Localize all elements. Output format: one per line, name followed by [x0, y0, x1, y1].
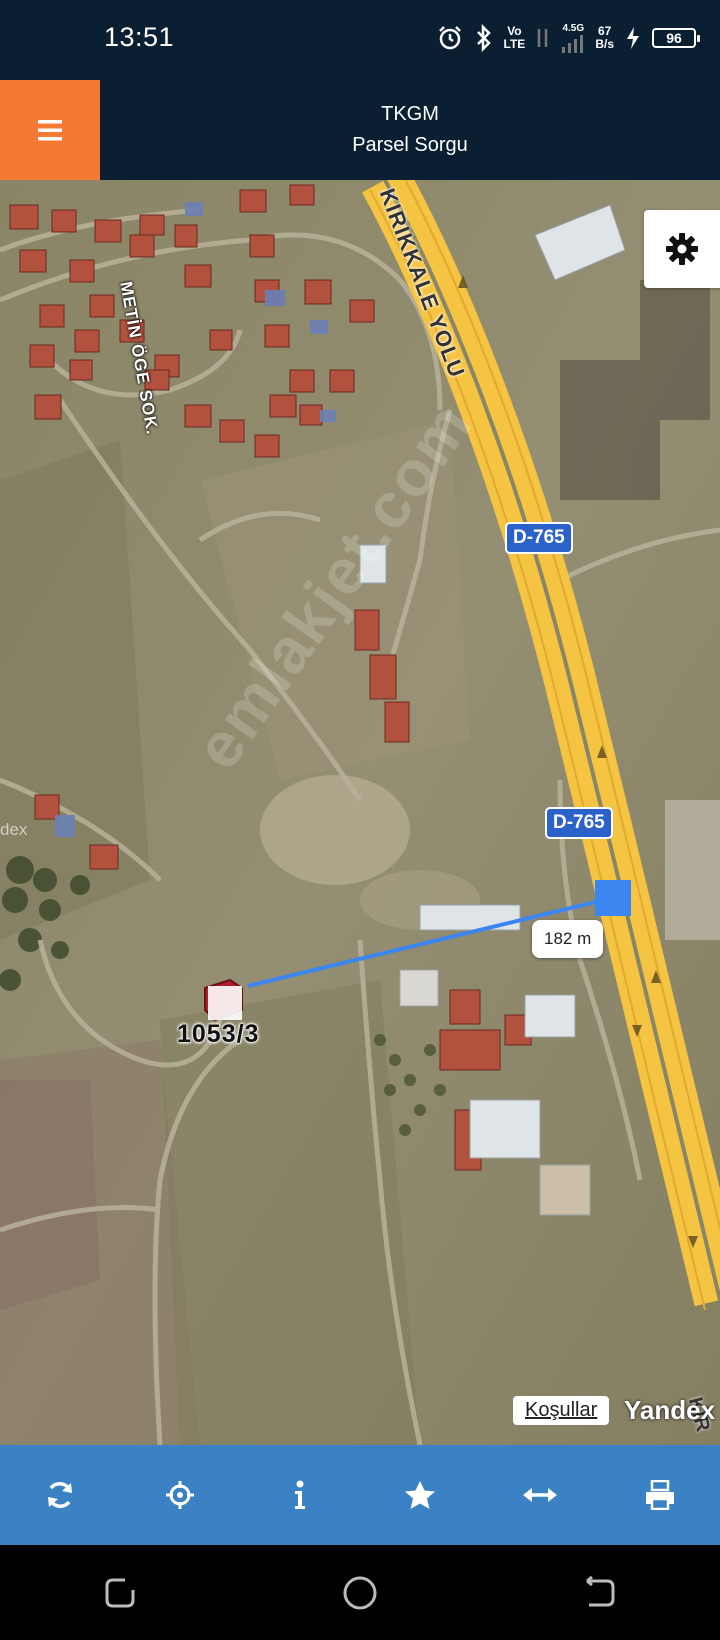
menu-button[interactable] [0, 80, 100, 180]
bluetooth-icon [474, 23, 494, 52]
cell-signal-icon: 4.5G [561, 22, 585, 53]
volte-text: Vo [507, 23, 522, 38]
gear-icon [666, 233, 698, 265]
volte-indicator: Vo LTE [503, 23, 526, 51]
crosshair-icon [166, 1481, 194, 1509]
battery-indicator: 96 [652, 27, 700, 48]
parcel-number-label[interactable]: 1053/3 [177, 1020, 259, 1049]
charging-icon [624, 26, 642, 50]
home-button[interactable] [330, 1563, 390, 1623]
back-button[interactable] [570, 1563, 630, 1623]
recents-button[interactable] [90, 1563, 150, 1623]
yandex-logo: Yandex [624, 1395, 716, 1425]
info-icon [295, 1480, 305, 1509]
clock: 13:51 [104, 22, 175, 52]
measure-arrows-icon [523, 1488, 557, 1502]
road-badge-d765-1: D-765 [505, 522, 573, 554]
info-button[interactable] [270, 1465, 330, 1525]
battery-level: 96 [666, 29, 682, 46]
network-generation: 4.5G [562, 23, 585, 34]
back-icon [586, 1575, 615, 1606]
locate-button[interactable] [150, 1465, 210, 1525]
favorite-button[interactable] [390, 1465, 450, 1525]
system-nav-bar [0, 1545, 720, 1640]
alarm-icon [436, 24, 464, 52]
bottom-toolbar [0, 1445, 720, 1545]
print-icon [646, 1480, 674, 1510]
lte-text: LTE [503, 36, 526, 51]
refresh-icon [48, 1482, 72, 1508]
title-block: TKGM Parsel Sorgu [100, 80, 720, 180]
distance-label: 182 m [532, 920, 604, 958]
recents-icon [105, 1578, 135, 1607]
app-title: TKGM [381, 103, 439, 125]
refresh-button[interactable] [30, 1465, 90, 1525]
app-subtitle: Parsel Sorgu [352, 134, 468, 156]
satellite-map[interactable]: emlakjet.com METİN ÖGE SOK. KIRIKKALE YO… [0, 180, 720, 1445]
network-speed: 67 B/s [595, 23, 614, 51]
signal-arrows-icon [535, 25, 551, 51]
home-circle-icon [343, 1576, 377, 1609]
star-icon [405, 1481, 435, 1509]
speed-value: 67 [597, 23, 612, 38]
status-bar: 13:51 Vo LTE 4.5G 67 B/s 96 [0, 0, 720, 80]
speed-unit: B/s [595, 36, 614, 51]
terms-link[interactable]: Koşullar [513, 1396, 610, 1425]
settings-button[interactable] [644, 210, 720, 288]
measure-button[interactable] [510, 1465, 570, 1525]
app-bar: TKGM Parsel Sorgu [0, 80, 720, 180]
edge-text: dex [0, 820, 28, 839]
print-button[interactable] [630, 1465, 690, 1525]
road-badge-d765-2: D-765 [545, 807, 613, 839]
hamburger-icon [38, 120, 62, 141]
status-icons: Vo LTE 4.5G 67 B/s 96 [436, 22, 700, 53]
